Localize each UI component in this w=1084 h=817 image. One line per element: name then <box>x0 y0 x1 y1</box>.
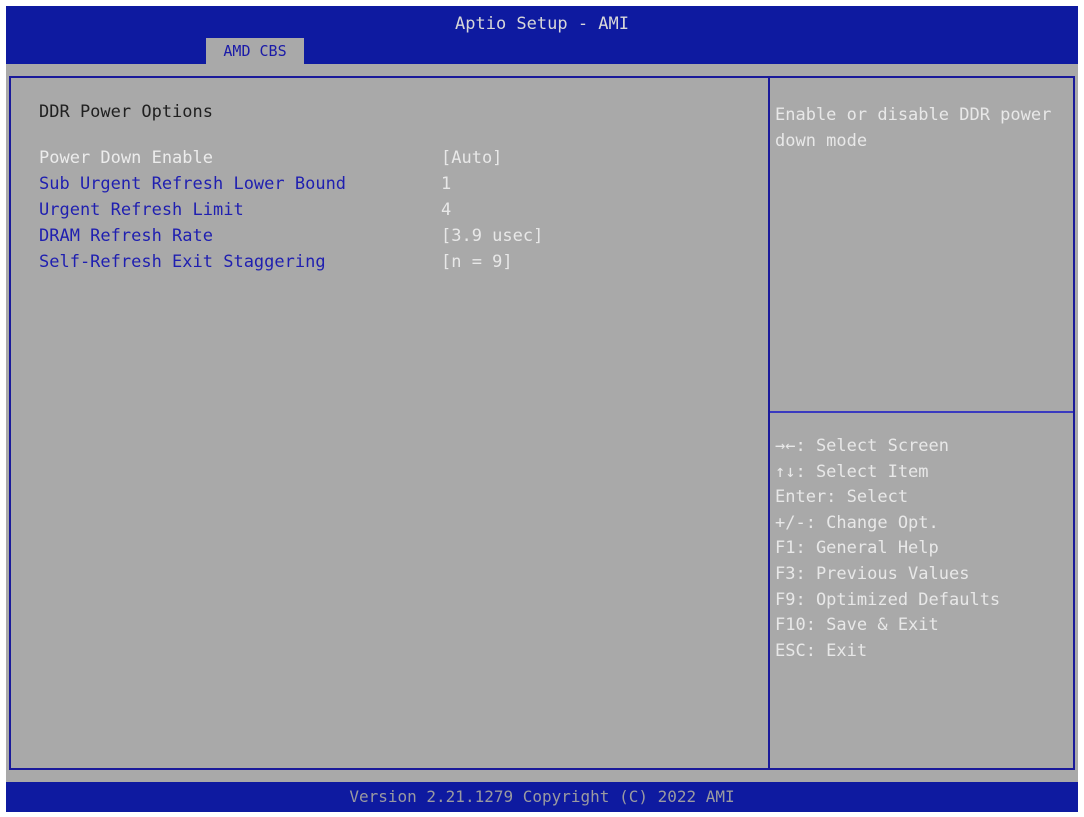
setting-sub-urgent-refresh-lower-bound[interactable]: Sub Urgent Refresh Lower Bound <box>39 174 346 194</box>
key-select-screen: →←: Select Screen <box>775 436 949 456</box>
title-bar: Aptio Setup - AMI AMD CBS <box>6 6 1078 64</box>
setting-self-refresh-exit-staggering[interactable]: Self-Refresh Exit Staggering <box>39 252 326 272</box>
key-save-exit: F10: Save & Exit <box>775 615 939 636</box>
setting-sub-urgent-refresh-lower-bound-value[interactable]: 1 <box>441 174 451 194</box>
help-divider <box>770 411 1073 413</box>
key-change-opt: +/-: Change Opt. <box>775 512 939 533</box>
app-title: Aptio Setup - AMI <box>455 14 629 34</box>
tab-amd-cbs[interactable]: AMD CBS <box>206 38 304 64</box>
key-previous-values: F3: Previous Values <box>775 563 970 584</box>
setting-dram-refresh-rate[interactable]: DRAM Refresh Rate <box>39 226 213 246</box>
bios-screen: Aptio Setup - AMI AMD CBS DDR Power Opti… <box>6 6 1078 812</box>
setting-urgent-refresh-limit[interactable]: Urgent Refresh Limit <box>39 200 244 220</box>
setting-dram-refresh-rate-value[interactable]: [3.9 usec] <box>441 226 543 246</box>
setting-self-refresh-exit-staggering-value[interactable]: [n = 9] <box>441 252 513 272</box>
setting-power-down-enable-value[interactable]: [Auto] <box>441 148 502 168</box>
key-optimized-defaults: F9: Optimized Defaults <box>775 589 1001 610</box>
setting-urgent-refresh-limit-value[interactable]: 4 <box>441 200 451 220</box>
page-title: DDR Power Options <box>39 102 213 122</box>
key-select-item: ↑↓: Select Item <box>775 461 929 482</box>
version-footer: Version 2.21.1279 Copyright (C) 2022 AMI <box>6 782 1078 812</box>
panel-divider <box>768 78 770 768</box>
key-legend: →←: Select Screen ↑↓: Select Item Enter:… <box>775 434 1000 664</box>
help-text: Enable or disable DDR power down mode <box>775 105 1052 151</box>
key-esc-exit: ESC: Exit <box>775 640 868 661</box>
key-general-help: F1: General Help <box>775 538 939 559</box>
key-enter-select: Enter: Select <box>775 487 909 508</box>
setting-power-down-enable[interactable]: Power Down Enable <box>39 148 213 168</box>
main-panel: DDR Power Options Power Down Enable [Aut… <box>9 76 1075 770</box>
